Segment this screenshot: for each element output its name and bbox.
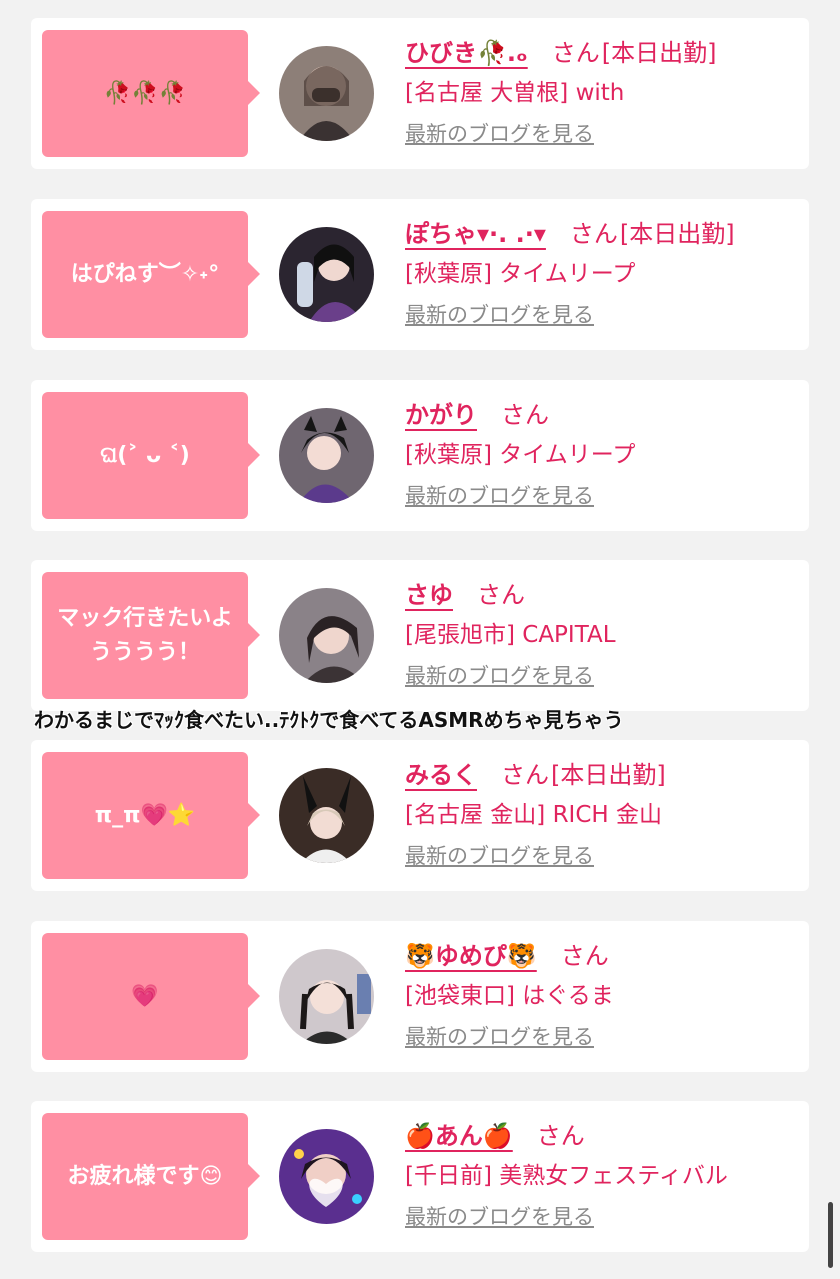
shop-info: [秋葉原] タイムリープ	[405, 261, 636, 287]
honorific: さん	[569, 219, 618, 248]
honorific: さん	[551, 38, 600, 67]
message-bubble: 🥀🥀🥀	[42, 30, 260, 157]
cast-info: さゆ さん [尾張旭市] CAPITAL 最新のブログを見る	[405, 572, 789, 690]
latest-blog-link[interactable]: 最新のブログを見る	[405, 118, 594, 148]
cast-info: 🐯ゆめぴ🐯 さん [池袋東口] はぐるま 最新のブログを見る	[405, 933, 789, 1051]
cast-card[interactable]: お疲れ様です😊 🍎あん🍎 さん [千日前] 美熟女フェスティバル 最新のブログを…	[31, 1101, 809, 1252]
avatar[interactable]	[279, 1129, 374, 1224]
message-bubble: 💗	[42, 933, 260, 1060]
cast-info: ぽちゃ▾·. .·▾ さん [本日出勤] [秋葉原] タイムリープ 最新のブログ…	[405, 211, 789, 329]
cast-card[interactable]: 💗 🐯ゆめぴ🐯 さん [池袋東口] はぐるま 最新のブログを見る	[31, 921, 809, 1072]
cast-info: 🍎あん🍎 さん [千日前] 美熟女フェスティバル 最新のブログを見る	[405, 1113, 789, 1231]
cast-name-link[interactable]: みるく	[405, 755, 477, 790]
cast-info: みるく さん [本日出勤] [名古屋 金山] RICH 金山 最新のブログを見る	[405, 752, 789, 870]
cast-name-link[interactable]: ひびき🥀.ₒ	[405, 33, 528, 68]
cast-name-link[interactable]: 🐯ゆめぴ🐯	[405, 936, 537, 971]
overlay-caption: わかるまじでﾏｯｸ食べたい..ﾃｸﾄｸで食べてるASMRめちゃ見ちゃう	[34, 708, 624, 732]
latest-blog-link[interactable]: 最新のブログを見る	[405, 840, 594, 870]
latest-blog-link[interactable]: 最新のブログを見る	[405, 480, 594, 510]
cast-card[interactable]: ଘ(˃ ᴗ ˂) かがり さん [秋葉原] タイムリープ 最新のブログを見る	[31, 380, 809, 531]
message-bubble: マック行きたいようううう！	[42, 572, 260, 699]
avatar[interactable]	[279, 46, 374, 141]
honorific: さん	[501, 400, 549, 429]
shop-info: [名古屋 大曽根] with	[405, 80, 625, 106]
cast-name-link[interactable]: さゆ	[405, 575, 453, 610]
honorific: さん	[477, 580, 525, 609]
work-status: [本日出勤]	[551, 760, 666, 789]
avatar[interactable]	[279, 408, 374, 503]
cast-info: ひびき🥀.ₒ さん [本日出勤] [名古屋 大曽根] with 最新のブログを見…	[405, 30, 789, 148]
avatar[interactable]	[279, 588, 374, 683]
cast-name-link[interactable]: 🍎あん🍎	[405, 1116, 513, 1151]
work-status: [本日出勤]	[601, 38, 717, 67]
cast-card[interactable]: π_π💗⭐ みるく さん [本日出勤] [名古屋 金山] RICH 金山 最新の…	[31, 740, 809, 891]
message-bubble: お疲れ様です😊	[42, 1113, 260, 1240]
scrollbar[interactable]	[828, 1202, 833, 1268]
avatar[interactable]	[279, 768, 374, 863]
message-bubble: π_π💗⭐	[42, 752, 260, 879]
latest-blog-link[interactable]: 最新のブログを見る	[405, 660, 594, 690]
cast-blog-list: 🥀🥀🥀 ひびき🥀.ₒ さん [本日出勤] [名古屋 大曽根] with 最新のブ…	[0, 0, 840, 1279]
latest-blog-link[interactable]: 最新のブログを見る	[405, 1021, 594, 1051]
cast-name-link[interactable]: かがり	[405, 395, 477, 430]
cast-card[interactable]: 🥀🥀🥀 ひびき🥀.ₒ さん [本日出勤] [名古屋 大曽根] with 最新のブ…	[31, 18, 809, 169]
honorific: さん	[560, 941, 609, 970]
shop-info: [池袋東口] はぐるま	[405, 983, 614, 1009]
message-bubble: はぴねす︶✧˖°	[42, 211, 260, 338]
honorific: さん	[536, 1121, 585, 1150]
shop-info: [秋葉原] タイムリープ	[405, 442, 636, 468]
cast-card[interactable]: はぴねす︶✧˖° ぽちゃ▾·. .·▾ さん [本日出勤] [秋葉原] タイムリ…	[31, 199, 809, 350]
shop-info: [千日前] 美熟女フェスティバル	[405, 1163, 728, 1189]
avatar[interactable]	[279, 227, 374, 322]
cast-card[interactable]: マック行きたいようううう！ さゆ さん [尾張旭市] CAPITAL 最新のブロ…	[31, 560, 809, 711]
work-status: [本日出勤]	[619, 219, 735, 248]
latest-blog-link[interactable]: 最新のブログを見る	[405, 1201, 594, 1231]
avatar[interactable]	[279, 949, 374, 1044]
shop-info: [名古屋 金山] RICH 金山	[405, 802, 662, 828]
cast-name-link[interactable]: ぽちゃ▾·. .·▾	[405, 214, 546, 249]
shop-info: [尾張旭市] CAPITAL	[405, 622, 616, 648]
latest-blog-link[interactable]: 最新のブログを見る	[405, 299, 594, 329]
honorific: さん	[501, 760, 549, 789]
cast-info: かがり さん [秋葉原] タイムリープ 最新のブログを見る	[405, 392, 789, 510]
message-bubble: ଘ(˃ ᴗ ˂)	[42, 392, 260, 519]
